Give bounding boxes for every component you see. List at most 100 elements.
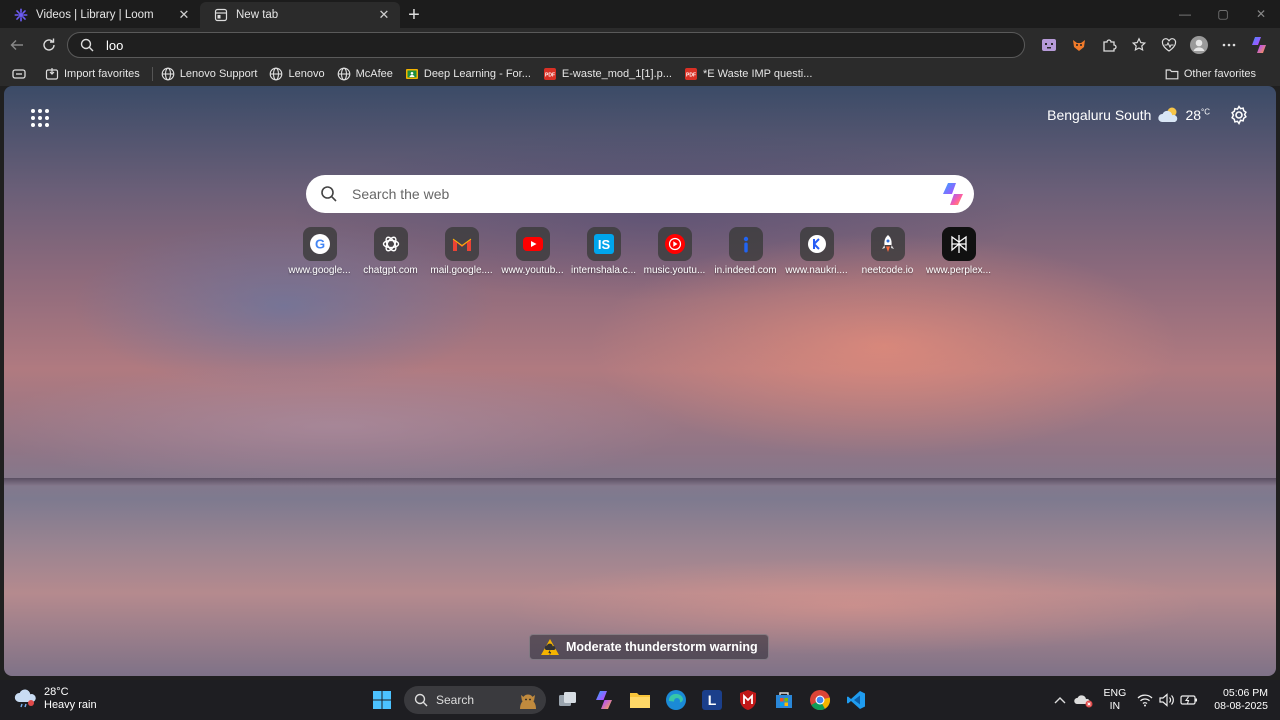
browser-window: Videos | Library | Loom ✕ New tab ✕ + — … xyxy=(0,0,1280,720)
folder-icon xyxy=(1165,67,1179,81)
extensions-puzzle-icon[interactable] xyxy=(1094,32,1124,58)
pdf-icon: PDF xyxy=(543,67,557,81)
app-l-button[interactable]: L xyxy=(694,684,730,716)
browser-essentials-heart-icon[interactable] xyxy=(1154,32,1184,58)
web-search-box[interactable] xyxy=(306,175,974,213)
favorite-mcafee[interactable]: McAfee xyxy=(337,67,393,81)
quick-link-google[interactable]: G www.google... xyxy=(284,227,355,276)
globe-icon xyxy=(337,67,351,81)
weather-temperature: 28°C xyxy=(1185,107,1210,123)
extension-fox-icon[interactable] xyxy=(1064,32,1094,58)
edge-browser-button[interactable] xyxy=(658,684,694,716)
search-icon xyxy=(80,38,94,52)
globe-icon xyxy=(161,67,175,81)
google-icon: G xyxy=(302,227,337,261)
tab-new-tab[interactable]: New tab ✕ xyxy=(200,2,400,28)
refresh-button[interactable] xyxy=(34,30,64,60)
favorite-label: Deep Learning - For... xyxy=(423,68,531,80)
quick-link-youtube-music[interactable]: music.youtu... xyxy=(639,227,710,276)
web-search-input[interactable] xyxy=(352,186,912,202)
toolbar xyxy=(0,28,1280,62)
tab-actions-icon xyxy=(12,67,26,81)
task-view-button[interactable] xyxy=(550,684,586,716)
mcafee-button[interactable] xyxy=(730,684,766,716)
task-view-icon xyxy=(559,692,576,706)
quick-link-internshala[interactable]: IS internshala.c... xyxy=(568,227,639,276)
weather-widget[interactable]: Bengaluru South 28°C xyxy=(1047,104,1210,126)
quick-link-chatgpt[interactable]: chatgpt.com xyxy=(355,227,426,276)
input-language[interactable]: ENG IN xyxy=(1104,687,1127,713)
other-favorites[interactable]: Other favorites xyxy=(1165,67,1256,81)
chatgpt-icon xyxy=(373,227,408,261)
svg-text:PDF: PDF xyxy=(686,73,696,79)
close-tab-icon[interactable]: ✕ xyxy=(176,7,192,23)
clock-time: 05:06 PM xyxy=(1223,687,1268,699)
toolbar-extensions xyxy=(1034,32,1274,58)
input-language-code: ENG xyxy=(1103,687,1127,699)
onedrive-status-button[interactable] xyxy=(1072,684,1096,716)
minimize-button[interactable]: — xyxy=(1166,0,1204,28)
chrome-button[interactable] xyxy=(802,684,838,716)
close-window-button[interactable]: ✕ xyxy=(1242,0,1280,28)
new-tab-page: Bengaluru South 28°C G www.google... cha… xyxy=(4,86,1276,676)
favorite-label: Import favorites xyxy=(64,68,140,80)
onedrive-error-icon xyxy=(1073,695,1093,708)
copilot-search-icon[interactable] xyxy=(940,182,966,206)
show-hidden-icons-button[interactable] xyxy=(1048,684,1072,716)
favorite-ewaste-mod[interactable]: PDF E-waste_mod_1[1].p... xyxy=(543,67,672,81)
battery-button[interactable] xyxy=(1178,684,1200,716)
tab-loom[interactable]: Videos | Library | Loom ✕ xyxy=(0,2,200,28)
extension-pixel-icon[interactable] xyxy=(1034,32,1064,58)
favorite-lenovo-support[interactable]: Lenovo Support xyxy=(161,67,258,81)
internshala-icon: IS xyxy=(586,227,621,261)
more-options-icon[interactable] xyxy=(1214,32,1244,58)
quick-link-neetcode[interactable]: neetcode.io xyxy=(852,227,923,276)
page-settings-button[interactable] xyxy=(1228,104,1250,126)
address-input[interactable] xyxy=(106,37,956,53)
search-highlight-cat-icon xyxy=(516,689,540,711)
taskbar-weather[interactable]: 28°C Heavy rain xyxy=(14,686,97,712)
quick-link-label: neetcode.io xyxy=(861,265,914,276)
neetcode-icon xyxy=(870,227,905,261)
profile-avatar-icon[interactable] xyxy=(1184,32,1214,58)
quick-link-label: www.perplex... xyxy=(925,265,992,276)
new-tab-button[interactable]: + xyxy=(400,2,428,28)
favorite-lenovo[interactable]: Lenovo xyxy=(269,67,325,81)
weather-alert-text: Moderate thunderstorm warning xyxy=(566,640,758,654)
app-launcher-button[interactable] xyxy=(26,104,54,132)
quick-link-youtube[interactable]: www.youtub... xyxy=(497,227,568,276)
quick-link-indeed[interactable]: in.indeed.com xyxy=(710,227,781,276)
start-button[interactable] xyxy=(364,684,400,716)
file-explorer-button[interactable] xyxy=(622,684,658,716)
battery-charging-icon xyxy=(1180,695,1198,705)
taskbar-search[interactable]: Search xyxy=(404,686,546,714)
favorite-import[interactable]: Import favorites xyxy=(45,67,140,81)
favorite-deep-learning[interactable]: Deep Learning - For... xyxy=(405,67,531,81)
back-button[interactable] xyxy=(2,30,32,60)
favorite-label: McAfee xyxy=(355,68,393,80)
windows-logo-icon xyxy=(373,691,391,709)
favorite-ewaste-imp[interactable]: PDF *E Waste IMP questi... xyxy=(684,67,812,81)
favorites-star-icon[interactable] xyxy=(1124,32,1154,58)
quick-link-gmail[interactable]: mail.google.... xyxy=(426,227,497,276)
youtube-icon xyxy=(515,227,550,261)
quick-link-naukri[interactable]: www.naukri.... xyxy=(781,227,852,276)
favorite-label: Lenovo xyxy=(288,68,325,80)
quick-link-perplexity[interactable]: www.perplex... xyxy=(923,227,994,276)
wifi-button[interactable] xyxy=(1134,684,1156,716)
copilot-icon[interactable] xyxy=(1244,32,1274,58)
taskbar-clock[interactable]: 05:06 PM 08-08-2025 xyxy=(1214,687,1268,713)
tab-actions-button[interactable] xyxy=(12,67,31,81)
favorite-label: Lenovo Support xyxy=(179,68,258,80)
vscode-button[interactable] xyxy=(838,684,874,716)
clock-date: 08-08-2025 xyxy=(1214,700,1268,712)
close-tab-icon[interactable]: ✕ xyxy=(376,7,392,23)
volume-button[interactable] xyxy=(1156,684,1178,716)
copilot-app-button[interactable] xyxy=(586,684,622,716)
tab-strip: Videos | Library | Loom ✕ New tab ✕ + — … xyxy=(0,0,1280,28)
address-bar[interactable] xyxy=(67,32,1025,58)
maximize-button[interactable]: ▢ xyxy=(1204,0,1242,28)
system-tray: ENG IN 05:06 PM 08-08-2025 xyxy=(1048,680,1280,720)
microsoft-store-button[interactable] xyxy=(766,684,802,716)
weather-alert-pill[interactable]: Moderate thunderstorm warning xyxy=(529,634,769,660)
